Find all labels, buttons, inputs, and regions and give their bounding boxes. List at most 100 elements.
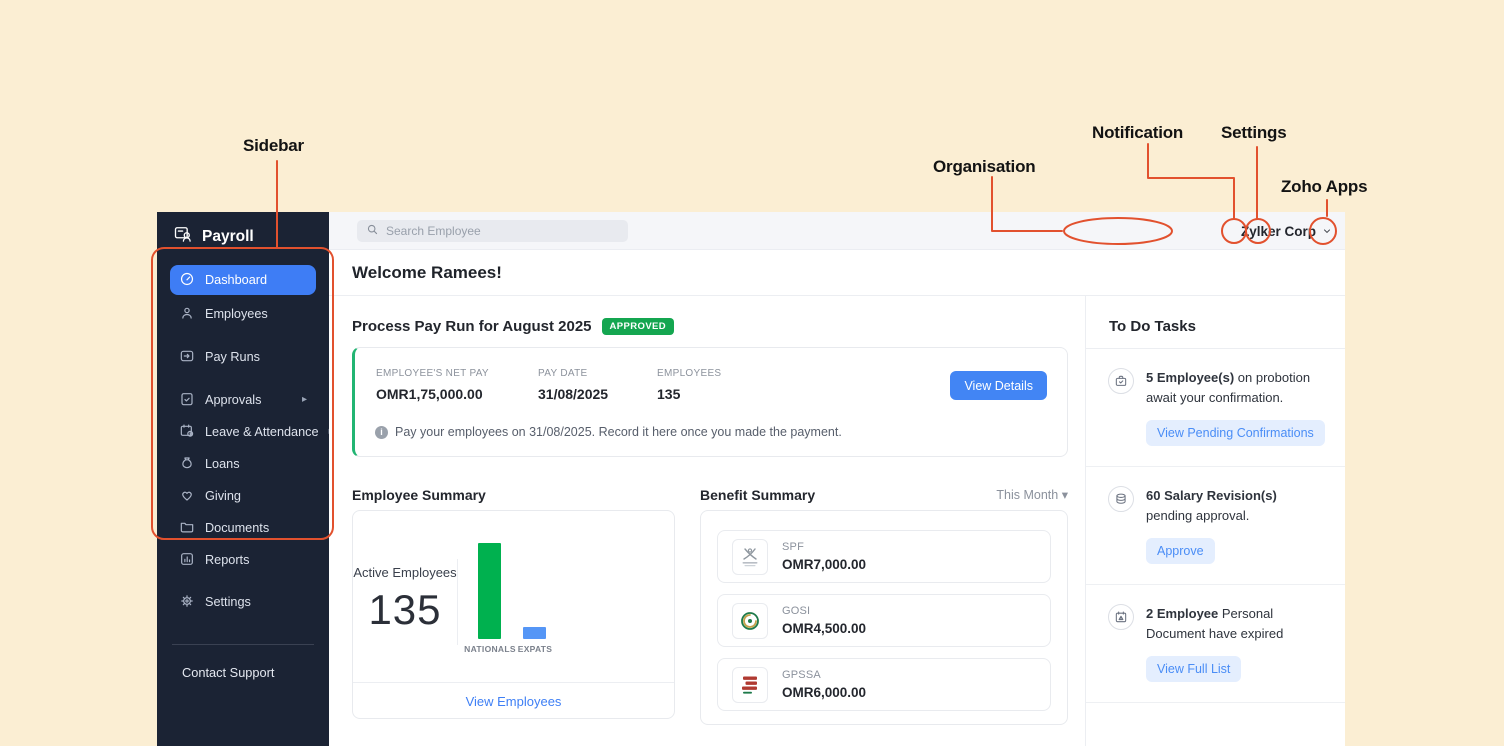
approve-button[interactable]: Approve <box>1146 538 1215 564</box>
todo-title: To Do Tasks <box>1109 318 1196 335</box>
documents-icon <box>179 519 195 538</box>
sidebar-item-leave-attendance[interactable]: Leave & Attendance ▸ <box>170 417 316 447</box>
dashboard-left-column: Process Pay Run for August 2025 APPROVED… <box>329 296 1085 746</box>
payrun-title: Process Pay Run for August 2025 <box>352 318 592 335</box>
benefit-row-gpssa[interactable]: GPSSA OMR6,000.00 <box>717 658 1051 711</box>
expats-bar <box>523 627 546 639</box>
organisation-annotation-label: Organisation <box>933 157 1035 177</box>
view-employees-link[interactable]: View Employees <box>466 694 562 709</box>
benefit-row-spf[interactable]: SPF OMR7,000.00 <box>717 530 1051 583</box>
page-title: Welcome Ramees! <box>352 263 502 283</box>
payrun-note-text: Pay your employees on 31/08/2025. Record… <box>395 425 842 439</box>
sidebar-item-label: Documents <box>205 521 269 535</box>
sidebar-item-settings[interactable]: Settings <box>170 587 316 617</box>
benefit-summary-title: Benefit Summary <box>700 487 815 503</box>
benefit-summary-card: SPF OMR7,000.00 GOSI OMR4,500.00 <box>700 510 1068 725</box>
benefit-period-dropdown[interactable]: This Month ▾ <box>996 487 1068 502</box>
employee-summary-section: Employee Summary Active Employees 135 <box>352 487 675 725</box>
employees-count-field: EMPLOYEES 135 <box>657 368 721 402</box>
main-content: Process Pay Run for August 2025 APPROVED… <box>329 296 1345 746</box>
search-icon <box>366 223 379 239</box>
document-expired-icon <box>1108 604 1134 630</box>
organisation-name: Zylker Corp <box>1241 224 1316 239</box>
dashboard-icon <box>179 271 195 290</box>
task-text: 5 Employee(s) on probotion await your co… <box>1146 368 1324 408</box>
gosi-logo <box>732 603 768 639</box>
employee-summary-card: Active Employees 135 NATIONALS EXPATS <box>352 510 675 719</box>
sidebar-item-reports[interactable]: Reports <box>170 545 316 575</box>
probation-check-icon <box>1108 368 1134 394</box>
topbar: Search Employee Zylker Corp Z <box>329 212 1345 250</box>
task-expired-documents: 2 Employee Personal Document have expire… <box>1086 585 1345 703</box>
sidebar-item-giving[interactable]: Giving <box>170 481 316 511</box>
giving-icon <box>179 487 195 506</box>
field-value: 135 <box>657 386 721 402</box>
search-placeholder: Search Employee <box>386 224 481 238</box>
chevron-right-icon: ▸ <box>302 395 307 405</box>
payrun-card: EMPLOYEE'S NET PAY OMR1,75,000.00 PAY DA… <box>352 347 1068 457</box>
active-employees-block: Active Employees 135 <box>353 565 457 634</box>
payroll-logo-icon <box>173 224 193 249</box>
info-icon: i <box>375 426 388 439</box>
spf-logo <box>732 539 768 575</box>
view-pending-confirmations-button[interactable]: View Pending Confirmations <box>1146 420 1325 446</box>
sidebar-item-label: Settings <box>205 595 251 609</box>
zoho-apps-annotation-label: Zoho Apps <box>1281 177 1367 197</box>
notification-annotation-label: Notification <box>1092 123 1183 143</box>
field-value: 31/08/2025 <box>538 386 657 402</box>
sidebar-item-dashboard[interactable]: Dashboard <box>170 265 316 295</box>
sidebar: Payroll Dashboard Employees Pay Runs App… <box>157 212 329 746</box>
status-badge: APPROVED <box>602 318 675 335</box>
employees-icon <box>179 305 195 324</box>
sidebar-item-label: Loans <box>205 457 240 471</box>
leave-attendance-icon <box>179 423 195 442</box>
search-input[interactable]: Search Employee <box>357 220 628 242</box>
task-text: 60 Salary Revision(s) pending approval. <box>1146 486 1324 526</box>
sidebar-item-documents[interactable]: Documents <box>170 513 316 543</box>
sidebar-item-loans[interactable]: Loans <box>170 449 316 479</box>
sidebar-item-label: Pay Runs <box>205 350 260 364</box>
view-details-button[interactable]: View Details <box>950 371 1047 400</box>
organisation-selector[interactable]: Zylker Corp <box>1241 212 1332 250</box>
sidebar-item-label: Dashboard <box>205 273 267 287</box>
benefit-summary-section: Benefit Summary This Month ▾ SPF OMR7,00… <box>700 487 1068 725</box>
nationals-bar <box>478 543 501 639</box>
gpssa-logo <box>732 667 768 703</box>
loans-icon <box>179 455 195 474</box>
settings-annotation-label: Settings <box>1221 123 1286 143</box>
reports-icon <box>179 551 195 570</box>
sidebar-divider <box>172 644 314 645</box>
payrun-fields: EMPLOYEE'S NET PAY OMR1,75,000.00 PAY DA… <box>376 368 721 402</box>
benefit-value: OMR6,000.00 <box>782 685 866 700</box>
benefit-row-gosi[interactable]: GOSI OMR4,500.00 <box>717 594 1051 647</box>
field-label: EMPLOYEES <box>657 368 721 379</box>
field-value: OMR1,75,000.00 <box>376 386 538 402</box>
active-employees-label: Active Employees <box>353 565 457 580</box>
sidebar-item-label: Employees <box>205 307 268 321</box>
benefit-value: OMR7,000.00 <box>782 557 866 572</box>
sidebar-item-approvals[interactable]: Approvals ▸ <box>170 385 316 415</box>
field-label: PAY DATE <box>538 368 657 379</box>
todo-panel: To Do Tasks 5 Employee(s) on probotion a… <box>1085 296 1345 746</box>
expats-label: EXPATS <box>507 644 563 654</box>
pay-runs-icon <box>179 348 195 367</box>
payrun-section-header: Process Pay Run for August 2025 APPROVED <box>352 318 1068 335</box>
benefit-name: GOSI <box>782 605 866 617</box>
payroll-app-window: Payroll Dashboard Employees Pay Runs App… <box>157 212 1345 746</box>
contact-support-link[interactable]: Contact Support <box>182 665 329 680</box>
benefit-name: GPSSA <box>782 669 866 681</box>
caret-down-icon: ▾ <box>1062 488 1068 502</box>
sidebar-item-pay-runs[interactable]: Pay Runs <box>170 342 316 372</box>
sidebar-item-label: Reports <box>205 553 249 567</box>
benefit-value: OMR4,500.00 <box>782 621 866 636</box>
chevron-down-icon <box>1322 224 1332 239</box>
task-text: 2 Employee Personal Document have expire… <box>1146 604 1324 644</box>
task-probation: 5 Employee(s) on probotion await your co… <box>1086 349 1345 467</box>
sidebar-item-employees[interactable]: Employees <box>170 299 316 329</box>
settings-icon <box>179 593 195 612</box>
net-pay-field: EMPLOYEE'S NET PAY OMR1,75,000.00 <box>376 368 538 402</box>
salary-coins-icon <box>1108 486 1134 512</box>
field-label: EMPLOYEE'S NET PAY <box>376 368 538 379</box>
view-full-list-button[interactable]: View Full List <box>1146 656 1241 682</box>
app-title: Payroll <box>202 228 254 246</box>
